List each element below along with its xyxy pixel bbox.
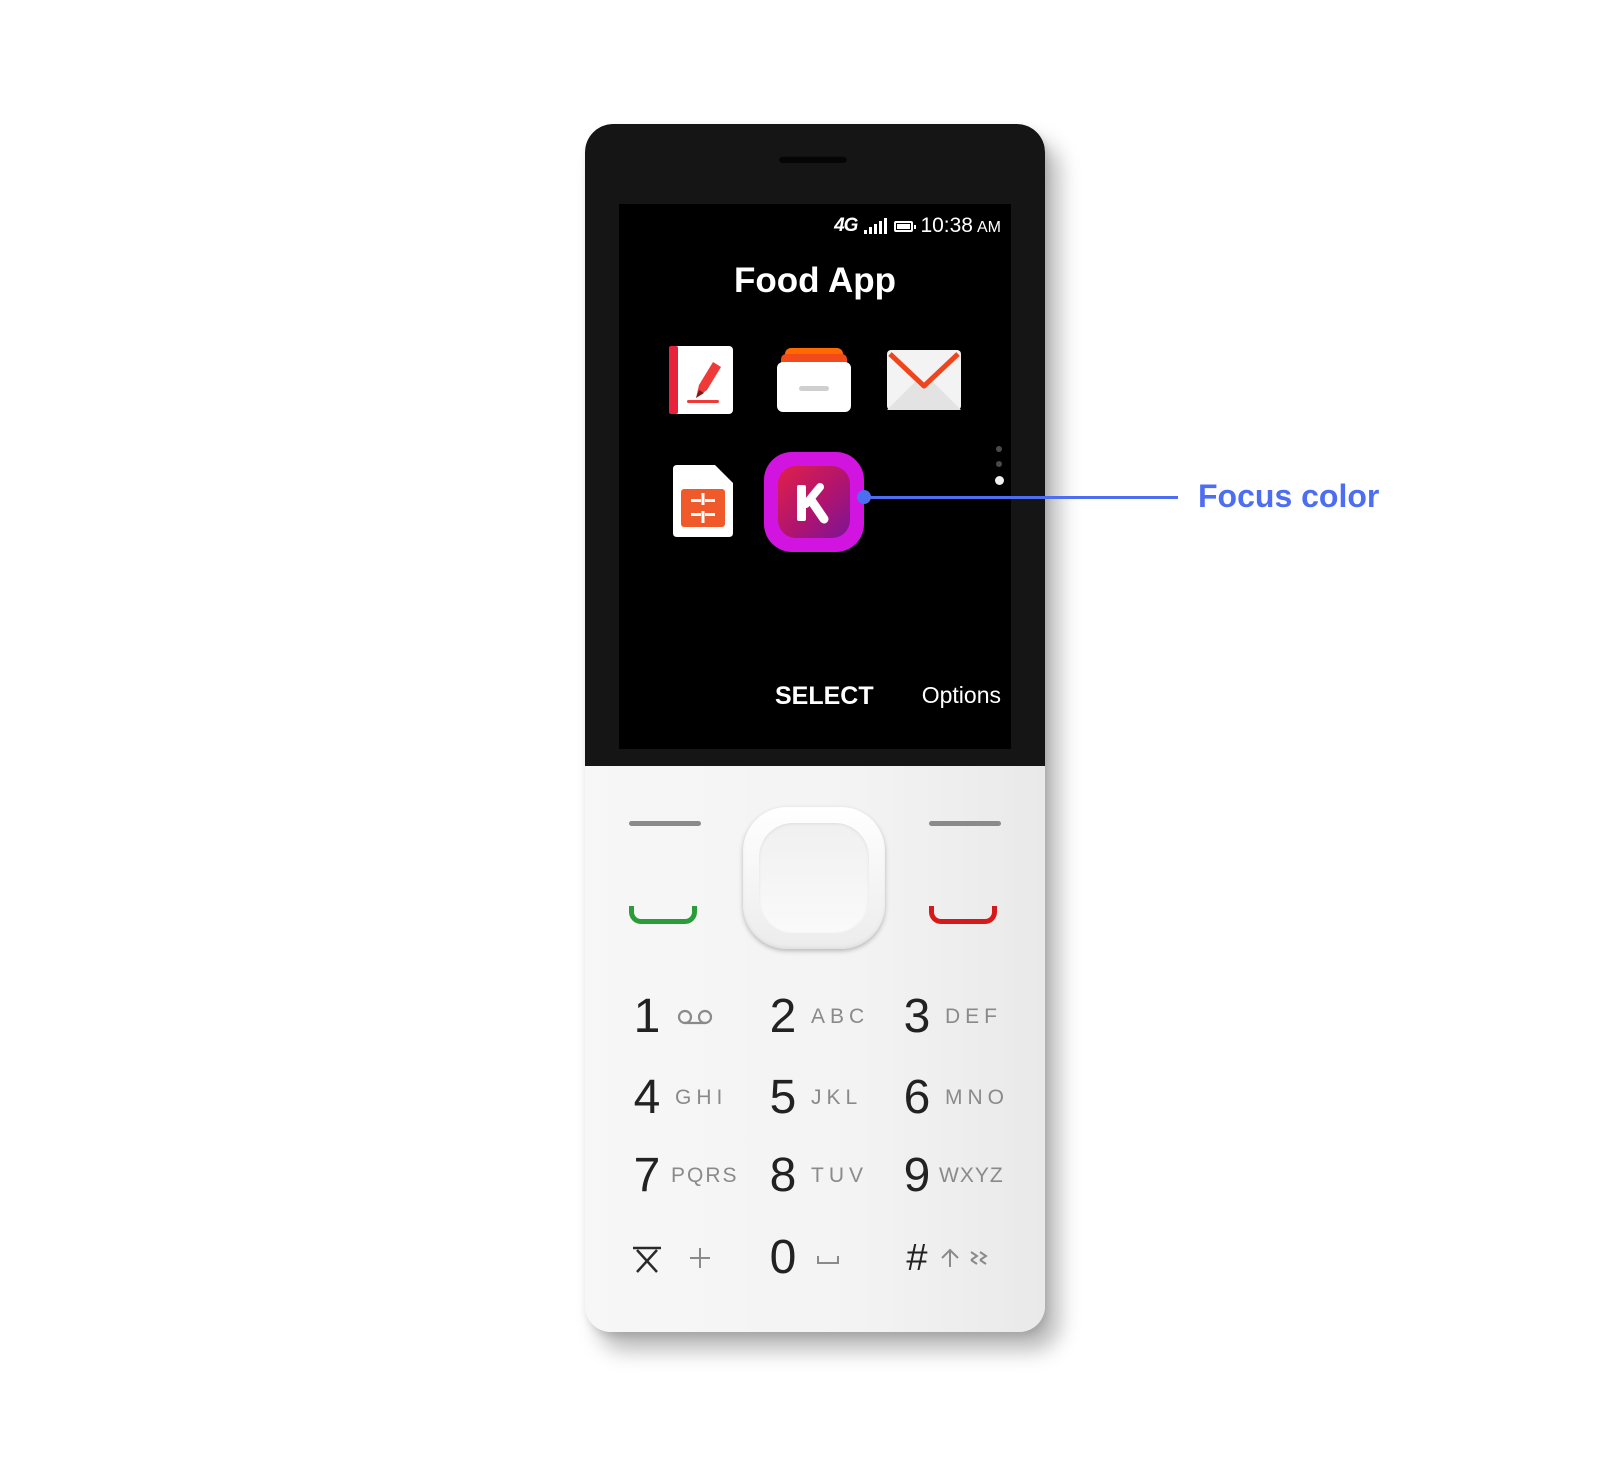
call-button[interactable]	[629, 906, 697, 924]
key-1[interactable]: 1	[629, 989, 715, 1045]
asterisk-icon	[633, 1246, 661, 1273]
earpiece	[779, 156, 847, 163]
page-indicator	[994, 446, 1004, 494]
key-letters: JKL	[811, 1086, 863, 1109]
key-6[interactable]: 6 MNO	[899, 1070, 1009, 1126]
key-letters: TUV	[811, 1164, 868, 1187]
key-digit: 4	[633, 1071, 661, 1124]
end-call-button[interactable]	[929, 906, 997, 924]
key-9[interactable]: 9 WXYZ	[899, 1148, 1004, 1204]
key-digit: #	[906, 1237, 928, 1279]
sim-card-icon[interactable]	[673, 465, 733, 537]
key-digit: 5	[769, 1071, 797, 1124]
phone-screen: 4G 10:38 AM Food App SELECT Options	[619, 204, 1011, 749]
navigation-dpad[interactable]	[743, 807, 885, 949]
shift-arrow-icon	[941, 1248, 959, 1267]
key-digit: 8	[769, 1149, 797, 1202]
key-letters: PQRS	[671, 1164, 739, 1187]
key-letters: MNO	[945, 1086, 1009, 1109]
key-digit: 3	[903, 990, 931, 1043]
phone-top-bezel: 4G 10:38 AM Food App SELECT Options	[585, 124, 1045, 766]
envelope-icon[interactable]	[887, 350, 961, 410]
input-mode-icon	[970, 1251, 988, 1265]
k-logo-icon	[778, 466, 850, 538]
key-digit: 9	[903, 1149, 931, 1202]
signal-icon	[864, 218, 888, 234]
page-title: Food App	[734, 261, 896, 300]
right-softkey-button[interactable]	[929, 821, 1001, 826]
left-softkey-button[interactable]	[629, 821, 701, 826]
key-5[interactable]: 5 JKL	[765, 1070, 862, 1126]
clock-time: 10:38	[920, 214, 973, 237]
network-indicator: 4G	[834, 215, 858, 236]
key-8[interactable]: 8 TUV	[765, 1148, 868, 1204]
key-letters: GHI	[675, 1086, 728, 1109]
softkey-options[interactable]: Options	[922, 682, 1001, 709]
focused-app-highlight[interactable]	[764, 452, 864, 552]
key-0[interactable]: 0	[765, 1230, 841, 1286]
annotation-line	[860, 496, 1178, 499]
plus-icon	[690, 1248, 710, 1268]
softkey-bar: SELECT Options	[619, 682, 1011, 722]
softkey-select[interactable]: SELECT	[775, 682, 874, 711]
notebook-pencil-icon[interactable]	[669, 346, 735, 414]
key-letters: DEF	[945, 1005, 1002, 1028]
status-bar: 4G 10:38 AM	[834, 213, 1001, 239]
key-4[interactable]: 4 GHI	[629, 1070, 727, 1126]
space-icon	[817, 1256, 839, 1264]
key-hash[interactable]: #	[899, 1230, 993, 1286]
feature-phone: 4G 10:38 AM Food App SELECT Options 1 2 …	[585, 124, 1045, 1332]
key-3[interactable]: 3 DEF	[899, 989, 1002, 1045]
annotation-dot	[857, 490, 871, 504]
key-7[interactable]: 7 PQRS	[629, 1148, 739, 1204]
voicemail-icon	[677, 1009, 713, 1025]
key-2[interactable]: 2 ABC	[765, 989, 869, 1045]
dpad-center-button[interactable]	[759, 823, 869, 933]
clock-ampm: AM	[977, 218, 1001, 236]
battery-icon	[894, 220, 917, 232]
key-digit: 1	[633, 990, 661, 1043]
key-letters: ABC	[811, 1005, 870, 1028]
key-digit: 2	[769, 990, 797, 1043]
keypad-area: 1 2 ABC 3 DEF 4 GHI 5 JKL 6 MNO 7 PQRS 8…	[585, 766, 1045, 1332]
key-star[interactable]	[629, 1230, 713, 1286]
key-digit: 7	[633, 1149, 661, 1202]
key-letters: WXYZ	[939, 1164, 1004, 1187]
annotation-label: Focus color	[1198, 478, 1380, 514]
key-digit: 0	[769, 1231, 797, 1284]
key-digit: 6	[903, 1071, 931, 1124]
store-drawer-icon[interactable]	[777, 348, 851, 412]
